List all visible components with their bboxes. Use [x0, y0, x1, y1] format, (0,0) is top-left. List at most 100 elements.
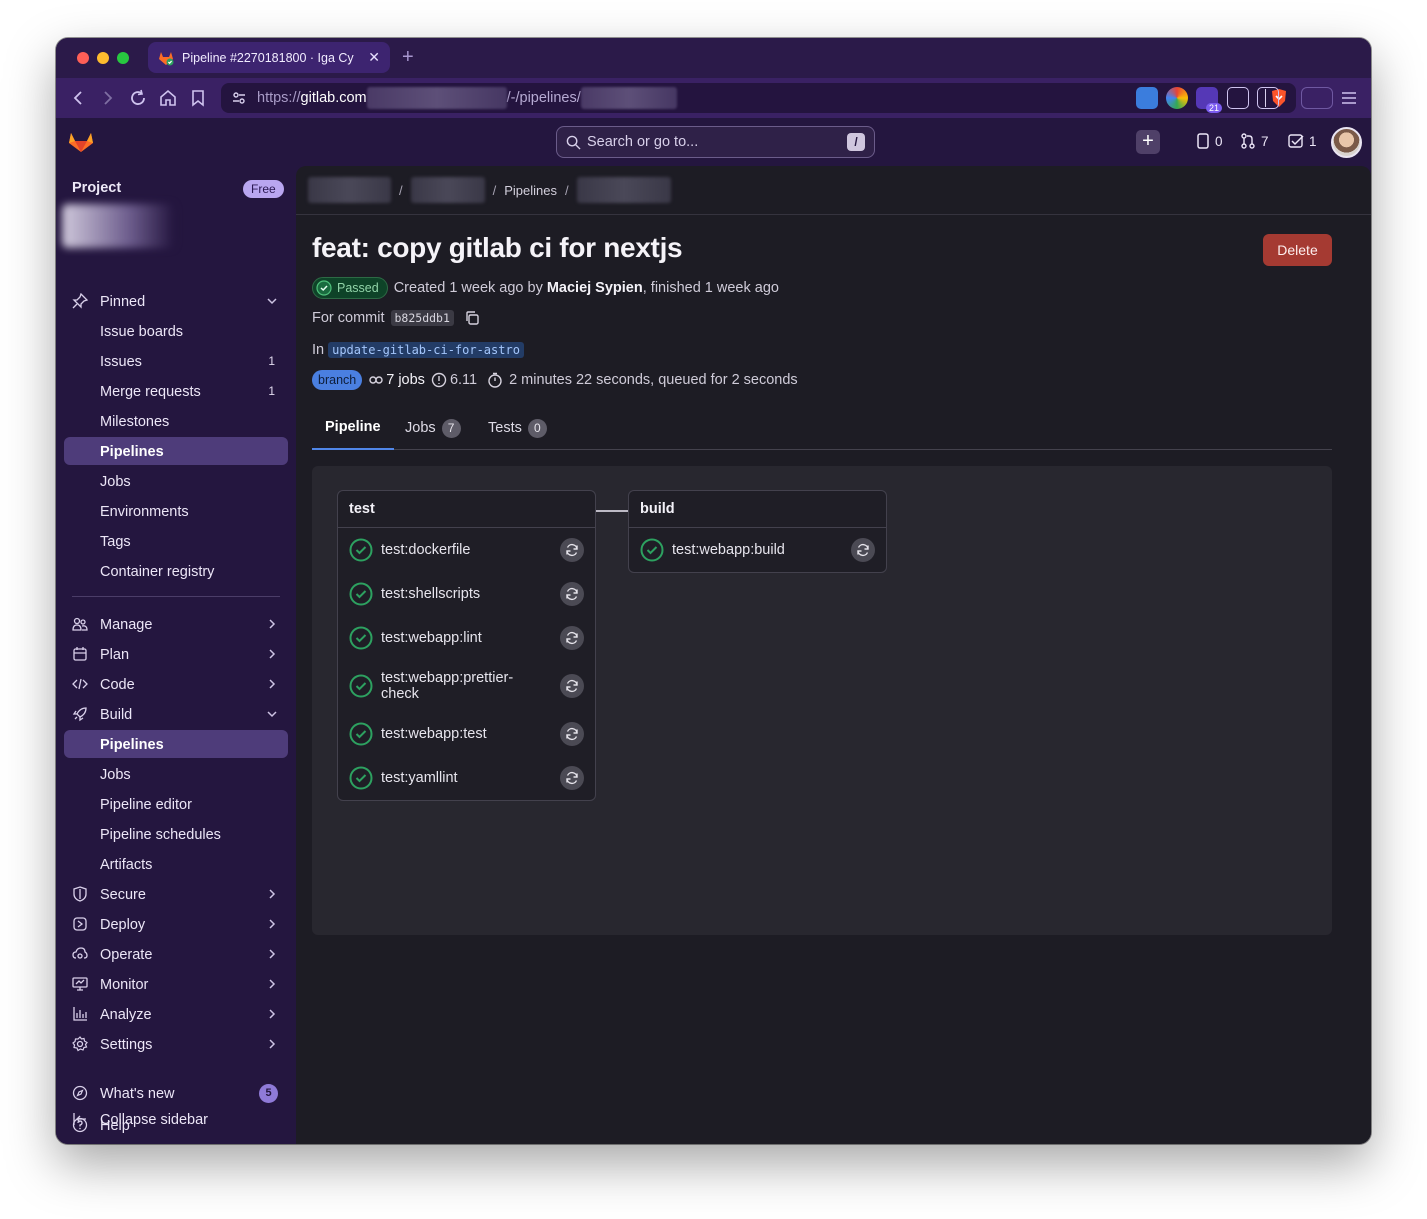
- close-window-button[interactable]: [77, 52, 89, 64]
- tab-pipeline[interactable]: Pipeline: [312, 406, 394, 450]
- collapse-left-icon: [73, 1113, 86, 1125]
- whats-new-label: What's new: [100, 1086, 175, 1102]
- retry-job-button[interactable]: [851, 538, 875, 562]
- job-item[interactable]: test:webapp:prettier-check: [338, 660, 595, 712]
- sidebar-item-milestones[interactable]: Milestones: [64, 407, 288, 435]
- user-avatar[interactable]: [1331, 127, 1362, 158]
- status-badge[interactable]: Passed: [312, 277, 388, 299]
- breadcrumb-pipeline-id-redacted[interactable]: [576, 177, 671, 203]
- color-extension-icon[interactable]: [1166, 87, 1188, 109]
- sidebar-item-pipeline-schedules[interactable]: Pipeline schedules: [64, 820, 288, 848]
- sidebar-section-operate[interactable]: Operate: [64, 940, 288, 968]
- sidebar-item-pipeline-editor[interactable]: Pipeline editor: [64, 790, 288, 818]
- sidebar-item-environments[interactable]: Environments: [64, 497, 288, 525]
- job-item[interactable]: test:webapp:build: [629, 528, 886, 572]
- breadcrumb: / / Pipelines /: [308, 176, 671, 204]
- reader-mode-icon[interactable]: [1257, 87, 1279, 109]
- retry-job-button[interactable]: [560, 722, 584, 746]
- calendar-icon: [73, 647, 87, 661]
- job-item[interactable]: test:dockerfile: [338, 528, 595, 572]
- retry-icon: [566, 543, 578, 557]
- breadcrumb-pipelines[interactable]: Pipelines: [504, 183, 557, 198]
- sidebar-section-analyze[interactable]: Analyze: [64, 1000, 288, 1028]
- profile-menu-icon[interactable]: [1301, 87, 1333, 109]
- pipeline-jobs-icon: [369, 376, 383, 384]
- sidebar-section-build[interactable]: Build: [64, 700, 288, 728]
- browser-tab-active[interactable]: Pipeline #2270181800 · Iga Cy ✕: [148, 42, 390, 73]
- commit-sha-link[interactable]: b825ddb1: [390, 310, 454, 326]
- sidebar-section-plan[interactable]: Plan: [64, 640, 288, 668]
- sidebar-item-pinned-pipelines[interactable]: Pipelines: [64, 437, 288, 465]
- copy-icon[interactable]: [464, 310, 480, 326]
- maximize-window-button[interactable]: [117, 52, 129, 64]
- tab-jobs[interactable]: Jobs 7: [392, 406, 474, 450]
- breadcrumb-project-redacted[interactable]: [410, 177, 485, 203]
- stage-column-test: test test:dockerfile test:shellscripts t…: [337, 490, 596, 801]
- sidebar-item-issues[interactable]: Issues 1: [64, 347, 288, 375]
- puzzle-extensions-icon[interactable]: [1227, 87, 1249, 109]
- tab-count: 7: [441, 418, 461, 438]
- job-name: test:yamllint: [381, 770, 458, 786]
- retry-job-button[interactable]: [560, 538, 584, 562]
- site-settings-icon[interactable]: [231, 90, 247, 106]
- sidebar-item-issue-boards[interactable]: Issue boards: [64, 317, 288, 345]
- delete-button[interactable]: Delete: [1263, 234, 1332, 266]
- back-icon[interactable]: [68, 88, 88, 108]
- whats-new-button[interactable]: What's new 5: [64, 1079, 288, 1107]
- users-icon: [72, 617, 88, 631]
- job-item[interactable]: test:webapp:lint: [338, 616, 595, 660]
- sidebar-section-pinned[interactable]: Pinned: [64, 287, 288, 315]
- tab-tests[interactable]: Tests 0: [475, 406, 560, 450]
- retry-job-button[interactable]: [560, 582, 584, 606]
- sidebar-item-build-jobs[interactable]: Jobs: [64, 760, 288, 788]
- tab-close-icon[interactable]: ✕: [368, 49, 380, 66]
- job-success-icon: [349, 674, 373, 698]
- translate-extension-icon[interactable]: [1136, 87, 1158, 109]
- hamburger-menu-icon[interactable]: [1339, 88, 1359, 108]
- retry-job-button[interactable]: [560, 766, 584, 790]
- extension-with-badge-icon[interactable]: 21: [1196, 87, 1222, 113]
- sidebar-item-pinned-jobs[interactable]: Jobs: [64, 467, 288, 495]
- home-icon[interactable]: [158, 88, 178, 108]
- merge-requests-button[interactable]: 7: [1240, 130, 1269, 152]
- bookmark-icon[interactable]: [188, 88, 208, 108]
- chevron-right-icon: [269, 979, 276, 989]
- url-scheme: https://: [257, 90, 301, 106]
- job-item[interactable]: test:yamllint: [338, 756, 595, 800]
- sidebar-item-build-pipelines[interactable]: Pipelines: [64, 730, 288, 758]
- gitlab-logo-icon[interactable]: [68, 129, 94, 153]
- sidebar-section-settings[interactable]: Settings: [64, 1030, 288, 1058]
- sidebar-item-merge-requests[interactable]: Merge requests 1: [64, 377, 288, 405]
- sidebar-section-secure[interactable]: Secure: [64, 880, 288, 908]
- sidebar-item-container-registry[interactable]: Container registry: [64, 557, 288, 585]
- sidebar-section-manage[interactable]: Manage: [64, 610, 288, 638]
- branch-ref-link[interactable]: update-gitlab-ci-for-astro: [328, 342, 524, 358]
- breadcrumb-group-redacted[interactable]: [308, 177, 391, 203]
- branch-badge: branch: [312, 370, 363, 390]
- stage-name: build: [629, 491, 886, 528]
- author-link[interactable]: Maciej Sypien: [547, 280, 643, 296]
- todos-button[interactable]: 1: [1288, 130, 1317, 152]
- job-name: test:webapp:lint: [381, 630, 482, 646]
- assigned-issues-button[interactable]: 0: [1196, 130, 1223, 152]
- create-new-button[interactable]: +: [1136, 130, 1160, 154]
- job-item[interactable]: test:shellscripts: [338, 572, 595, 616]
- project-avatar-redacted[interactable]: [62, 204, 174, 248]
- address-bar[interactable]: https:// gitlab.com /-/pipelines/: [221, 83, 1296, 113]
- page-title: feat: copy gitlab ci for nextjs: [312, 232, 683, 263]
- retry-job-button[interactable]: [560, 626, 584, 650]
- retry-job-button[interactable]: [560, 674, 584, 698]
- job-item[interactable]: test:webapp:test: [338, 712, 595, 756]
- new-tab-button[interactable]: +: [402, 47, 414, 67]
- forward-icon[interactable]: [98, 88, 118, 108]
- sidebar-item-label: Pipelines: [100, 737, 164, 753]
- reload-icon[interactable]: [128, 88, 148, 108]
- minimize-window-button[interactable]: [97, 52, 109, 64]
- sidebar-item-artifacts[interactable]: Artifacts: [64, 850, 288, 878]
- collapse-sidebar-button[interactable]: Collapse sidebar: [64, 1105, 288, 1133]
- sidebar-section-code[interactable]: Code: [64, 670, 288, 698]
- sidebar-section-monitor[interactable]: Monitor: [64, 970, 288, 998]
- sidebar-item-tags[interactable]: Tags: [64, 527, 288, 555]
- search-input[interactable]: Search or go to... /: [556, 126, 875, 158]
- sidebar-section-deploy[interactable]: Deploy: [64, 910, 288, 938]
